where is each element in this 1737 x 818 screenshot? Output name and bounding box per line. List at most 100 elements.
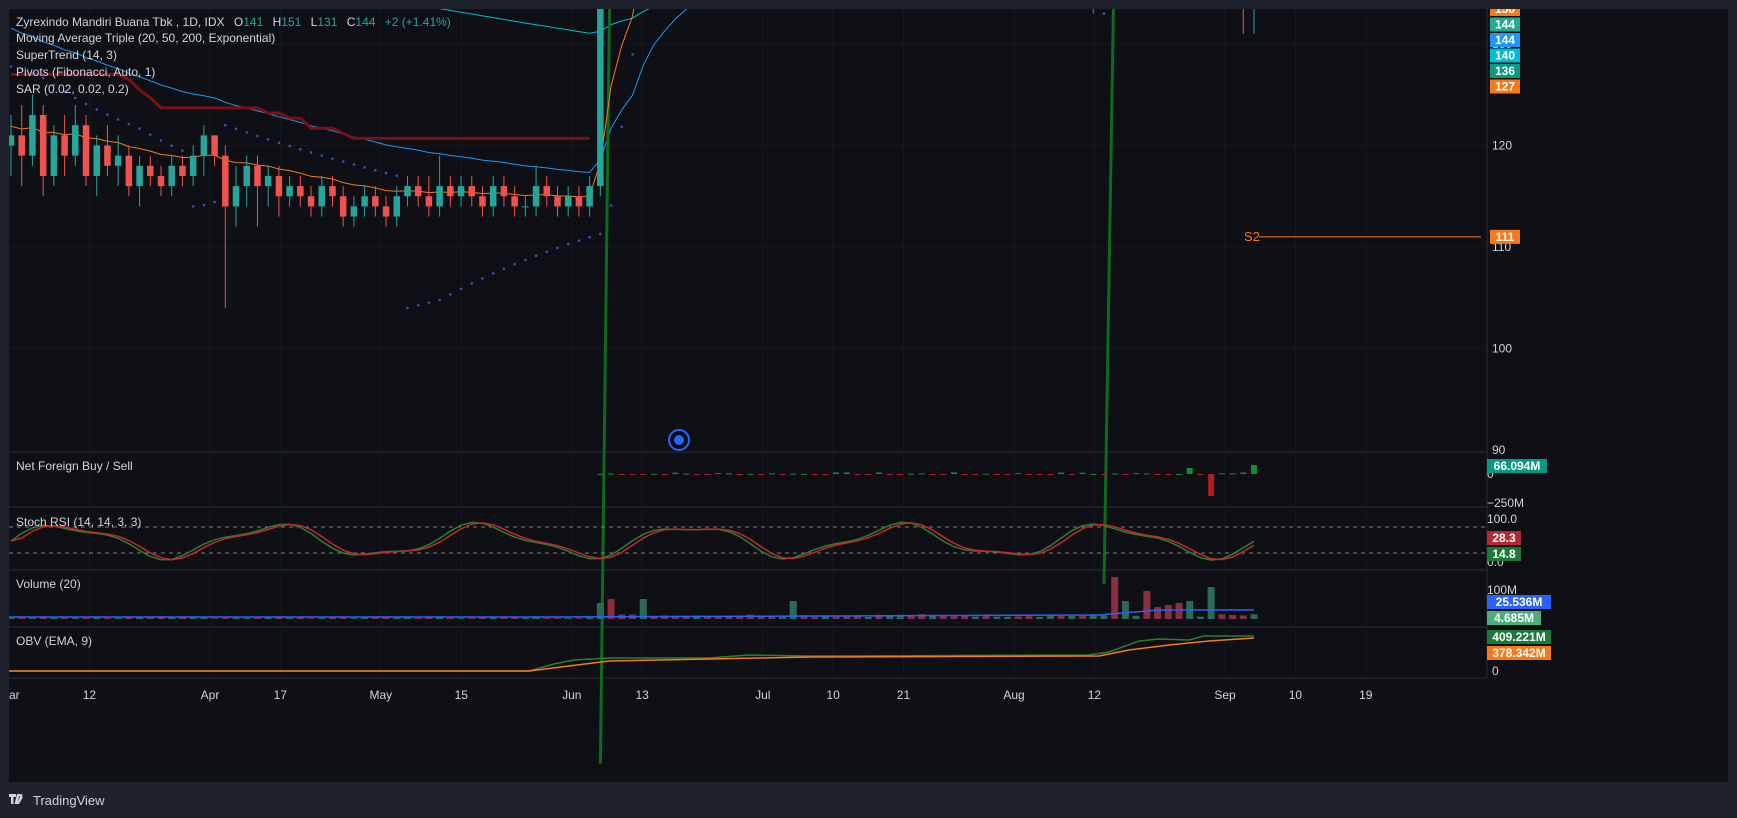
legend-o: 141 (243, 15, 263, 29)
sar-dot-13 (149, 133, 152, 136)
volume-bar-72 (779, 616, 787, 619)
candle-44 (479, 186, 486, 217)
candle-body-32 (350, 206, 358, 217)
legend-indicator-ma[interactable]: Moving Average Triple (20, 50, 200, Expo… (16, 31, 275, 45)
volume-bar-106 (1143, 591, 1151, 619)
candle-116 (1253, 9, 1255, 34)
sar-dot-42 (459, 287, 463, 291)
sar-dot-32 (352, 163, 356, 166)
candle-body-1 (18, 135, 25, 156)
candle-47 (511, 186, 518, 217)
volume-bar-77 (832, 616, 840, 619)
legend-c: 144 (355, 15, 375, 29)
net-foreign-bar-87 (940, 474, 947, 475)
candle-body-26 (286, 186, 293, 197)
candle-36 (393, 186, 401, 227)
candle-46 (500, 175, 508, 207)
sar-dot-18 (202, 203, 206, 207)
volume-bar-10 (114, 617, 122, 619)
candle-body-45 (489, 186, 497, 207)
price-tick-12: 120 (1492, 139, 1512, 153)
net-foreign-bar-115 (1240, 472, 1247, 474)
net-foreign-bar-108 (1165, 474, 1172, 475)
net-foreign-bar-103 (1111, 473, 1118, 475)
legend-indicator-pivots[interactable]: Pivots (Fibonacci, Auto, 1) (16, 65, 155, 79)
stoch-d-value: 14.8 (1492, 547, 1516, 561)
candle-27 (297, 175, 304, 207)
candle-body-9 (104, 145, 111, 166)
candle-14 (157, 165, 165, 197)
stoch-k-badge: 28.3 (1487, 531, 1521, 545)
chart-svg[interactable]: R3R2R1S1S2 25024023022021020019017016015… (9, 9, 1728, 782)
candle-body-24 (264, 175, 272, 187)
net-foreign-bar-80 (865, 474, 872, 475)
volume-label[interactable]: Volume (20) (16, 577, 81, 591)
candle-body-12 (136, 165, 143, 187)
sar-dot-44 (481, 277, 484, 280)
volume-bar-105 (1132, 615, 1140, 619)
candle-5 (61, 115, 68, 176)
candle-45 (489, 175, 497, 217)
stoch-rsi-label[interactable]: Stoch RSI (14, 14, 3, 3) (16, 515, 141, 529)
volume-bar-38 (414, 618, 422, 619)
chart-frame[interactable]: R3R2R1S1S2 25024023022021020019017016015… (9, 9, 1728, 782)
sar-dot-48 (524, 258, 527, 262)
sar-dot-102 (1102, 12, 1106, 15)
candle-18 (200, 125, 208, 176)
sar-dot-14 (159, 139, 163, 142)
volume-bar-54 (586, 617, 594, 619)
net-foreign-label[interactable]: Net Foreign Buy / Sell (16, 459, 133, 473)
net-foreign-bar-106 (1143, 473, 1150, 475)
candle-body-15 (168, 165, 175, 187)
candle-41 (447, 175, 454, 207)
sar-dot-30 (331, 157, 334, 160)
candle-body-42 (457, 186, 465, 197)
time-label-15: 19 (1359, 688, 1373, 702)
candle-body-54 (586, 186, 593, 207)
candle-body-25 (275, 175, 283, 197)
net-foreign-bar-68 (736, 474, 743, 476)
marker-icon[interactable] (668, 429, 690, 451)
candles[interactable] (9, 9, 1487, 308)
supertrend-seg-3 (1102, 9, 1115, 585)
legend: Zyrexindo Mandiri Buana Tbk , 1D, IDX O1… (16, 15, 451, 96)
candle-9 (104, 125, 111, 176)
time-axis[interactable]: ar 12 Apr 17 May 15 Jun 13 Jul 10 21 Aug 12 Sep 10 19 (9, 688, 1373, 702)
sar-dots (9, 12, 1106, 310)
sar-dot-15 (170, 144, 174, 148)
pivot-label-s2: S2 (1244, 229, 1260, 244)
price-badge-text-8: 140 (1495, 49, 1515, 63)
tradingview-brand[interactable]: TradingView (9, 790, 105, 810)
sar-dot-10 (116, 118, 120, 121)
sar-dot-46 (502, 267, 506, 271)
net-foreign-bar-77 (833, 472, 840, 474)
candle-body-35 (382, 206, 390, 217)
volume-bar-42 (457, 618, 465, 619)
candle-11 (125, 145, 133, 197)
net-foreign-tick-1: −250M (1487, 496, 1524, 510)
volume-bar-6 (71, 617, 79, 619)
net-foreign-bar-58 (629, 474, 636, 475)
sar-dot-49 (534, 254, 538, 258)
net-foreign-bar-93 (1004, 474, 1011, 475)
price-badge-text-5: 150 (1495, 9, 1515, 16)
legend-indicator-sar[interactable]: SAR (0.02, 0.02, 0.2) (16, 82, 129, 96)
time-label-3: 17 (274, 688, 288, 702)
sar-dot-28 (309, 151, 313, 154)
net-foreign-bar-62 (672, 472, 679, 474)
volume-bar-98 (1057, 615, 1065, 619)
legend-indicator-supertrend[interactable]: SuperTrend (14, 3) (16, 48, 117, 62)
net-foreign-bar-64 (693, 474, 700, 475)
obv-label[interactable]: OBV (EMA, 9) (16, 634, 92, 648)
obv-line (9, 635, 1254, 672)
stoch-rsi-pane (9, 521, 1487, 561)
volume-bar-28 (307, 618, 315, 619)
candle-12 (136, 155, 143, 207)
candle-body-50 (543, 186, 551, 197)
net-foreign-bar-84 (908, 473, 915, 475)
volume-bar-41 (446, 617, 454, 619)
net-foreign-bar-57 (618, 474, 625, 476)
volume-bar-99 (1068, 615, 1076, 619)
sar-dot-17 (191, 205, 195, 208)
net-foreign-bar-71 (768, 473, 775, 475)
